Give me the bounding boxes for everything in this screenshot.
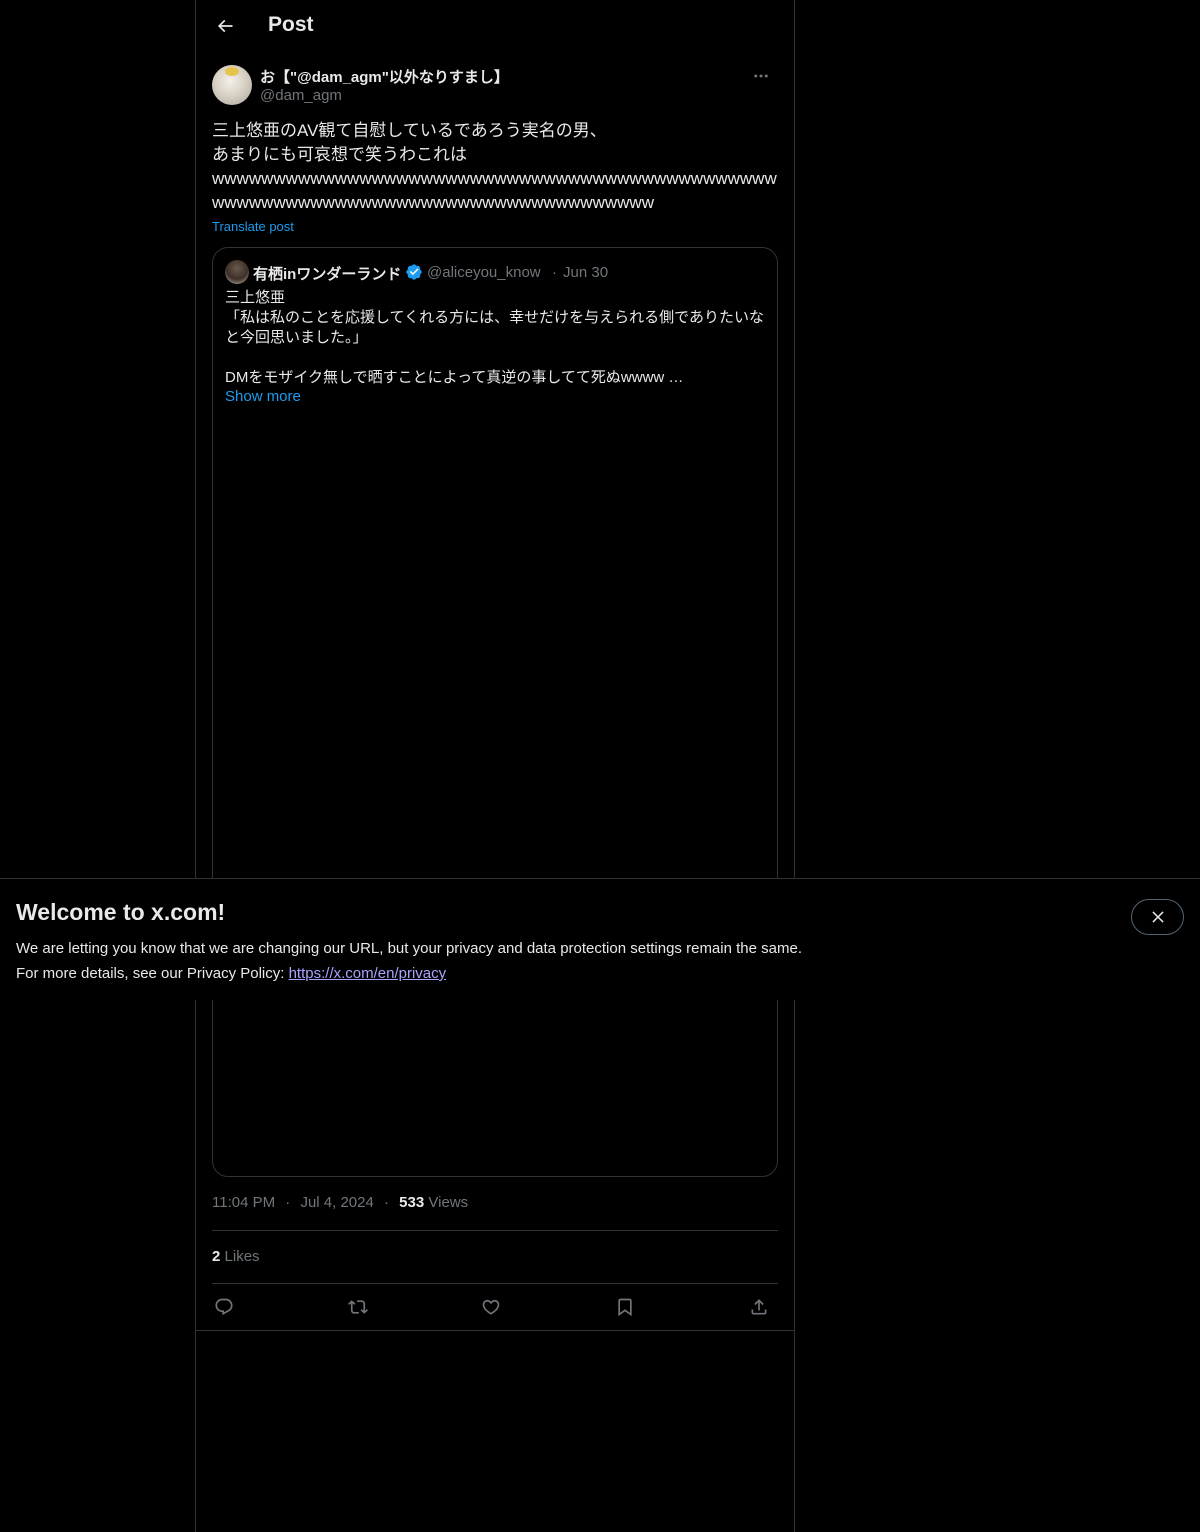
meta-separator: · xyxy=(384,1194,389,1211)
banner-line-1: We are letting you know that we are chan… xyxy=(16,940,802,957)
quote-header: 有栖inワンダーランド @aliceyou_know · Jun 30 xyxy=(225,260,765,284)
page-header: Post xyxy=(196,0,794,53)
meta-separator: · xyxy=(285,1194,291,1211)
quote-avatar xyxy=(225,260,249,284)
show-more-link[interactable]: Show more xyxy=(225,388,301,405)
post-date[interactable]: Jul 4, 2024 xyxy=(300,1194,373,1211)
post-author: お【"@dam_agm"以外なりすまし】 @dam_agm xyxy=(212,64,778,108)
close-icon xyxy=(1149,908,1167,926)
post-time[interactable]: 11:04 PM xyxy=(212,1194,275,1211)
author-handle[interactable]: @dam_agm xyxy=(260,87,342,104)
arrow-left-icon xyxy=(215,16,235,36)
reply-button[interactable] xyxy=(209,1293,239,1321)
quoted-post[interactable]: 有栖inワンダーランド @aliceyou_know · Jun 30 三上悠亜… xyxy=(212,247,778,1177)
quote-date: Jun 30 xyxy=(563,264,609,281)
divider xyxy=(196,1330,794,1331)
banner-line-2: For more details, see our Privacy Policy… xyxy=(16,961,802,986)
likes-label: Likes xyxy=(224,1248,260,1265)
divider xyxy=(212,1283,778,1284)
welcome-banner: Welcome to x.com! We are letting you kno… xyxy=(0,878,1200,1000)
more-horizontal-icon xyxy=(752,67,770,85)
bookmark-icon xyxy=(615,1297,635,1317)
reply-icon xyxy=(214,1297,234,1317)
share-icon xyxy=(749,1297,769,1317)
back-button[interactable] xyxy=(208,9,242,43)
divider xyxy=(212,1230,778,1231)
page-title: Post xyxy=(268,13,314,36)
more-options-button[interactable] xyxy=(744,64,778,88)
views-count: 533 xyxy=(399,1194,425,1211)
repost-icon xyxy=(348,1297,368,1317)
verified-badge-icon xyxy=(405,263,423,281)
banner-title: Welcome to x.com! xyxy=(16,899,226,925)
action-bar xyxy=(212,1293,778,1321)
quote-text: 三上悠亜 「私は私のことを応援してくれる方には、幸せだけを与えられる側でありたい… xyxy=(225,289,764,386)
bookmark-button[interactable] xyxy=(610,1293,640,1321)
post-meta: 11:04 PM · Jul 4, 2024 · 533 Views xyxy=(212,1194,468,1211)
quote-author-name: 有栖inワンダーランド xyxy=(253,266,402,283)
like-button[interactable] xyxy=(476,1293,506,1321)
post-text: 三上悠亜のAV観て自慰しているであろう実名の男、 あまりにも可哀想で笑うわこれは… xyxy=(212,121,777,212)
views-label: Views xyxy=(428,1194,469,1211)
close-banner-button[interactable] xyxy=(1131,899,1184,935)
banner-line-2-prefix: For more details, see our Privacy Policy… xyxy=(16,965,289,982)
share-button[interactable] xyxy=(744,1293,774,1321)
privacy-policy-link[interactable]: https://x.com/en/privacy xyxy=(289,965,447,982)
repost-button[interactable] xyxy=(343,1293,373,1321)
author-name[interactable]: お【"@dam_agm"以外なりすまし】 xyxy=(260,66,509,87)
likes-row[interactable]: 2 Likes xyxy=(212,1248,260,1265)
heart-icon xyxy=(481,1297,501,1317)
banner-text: We are letting you know that we are chan… xyxy=(16,936,802,986)
main-column: Post お【"@dam_agm"以外なりすまし】 @dam_agm 三上悠亜の… xyxy=(195,0,795,1532)
likes-count: 2 xyxy=(212,1248,221,1265)
author-avatar[interactable] xyxy=(212,65,252,105)
quote-author-handle: @aliceyou_know xyxy=(427,264,541,281)
quote-separator: · xyxy=(552,264,557,281)
translate-post-link[interactable]: Translate post xyxy=(212,219,294,234)
